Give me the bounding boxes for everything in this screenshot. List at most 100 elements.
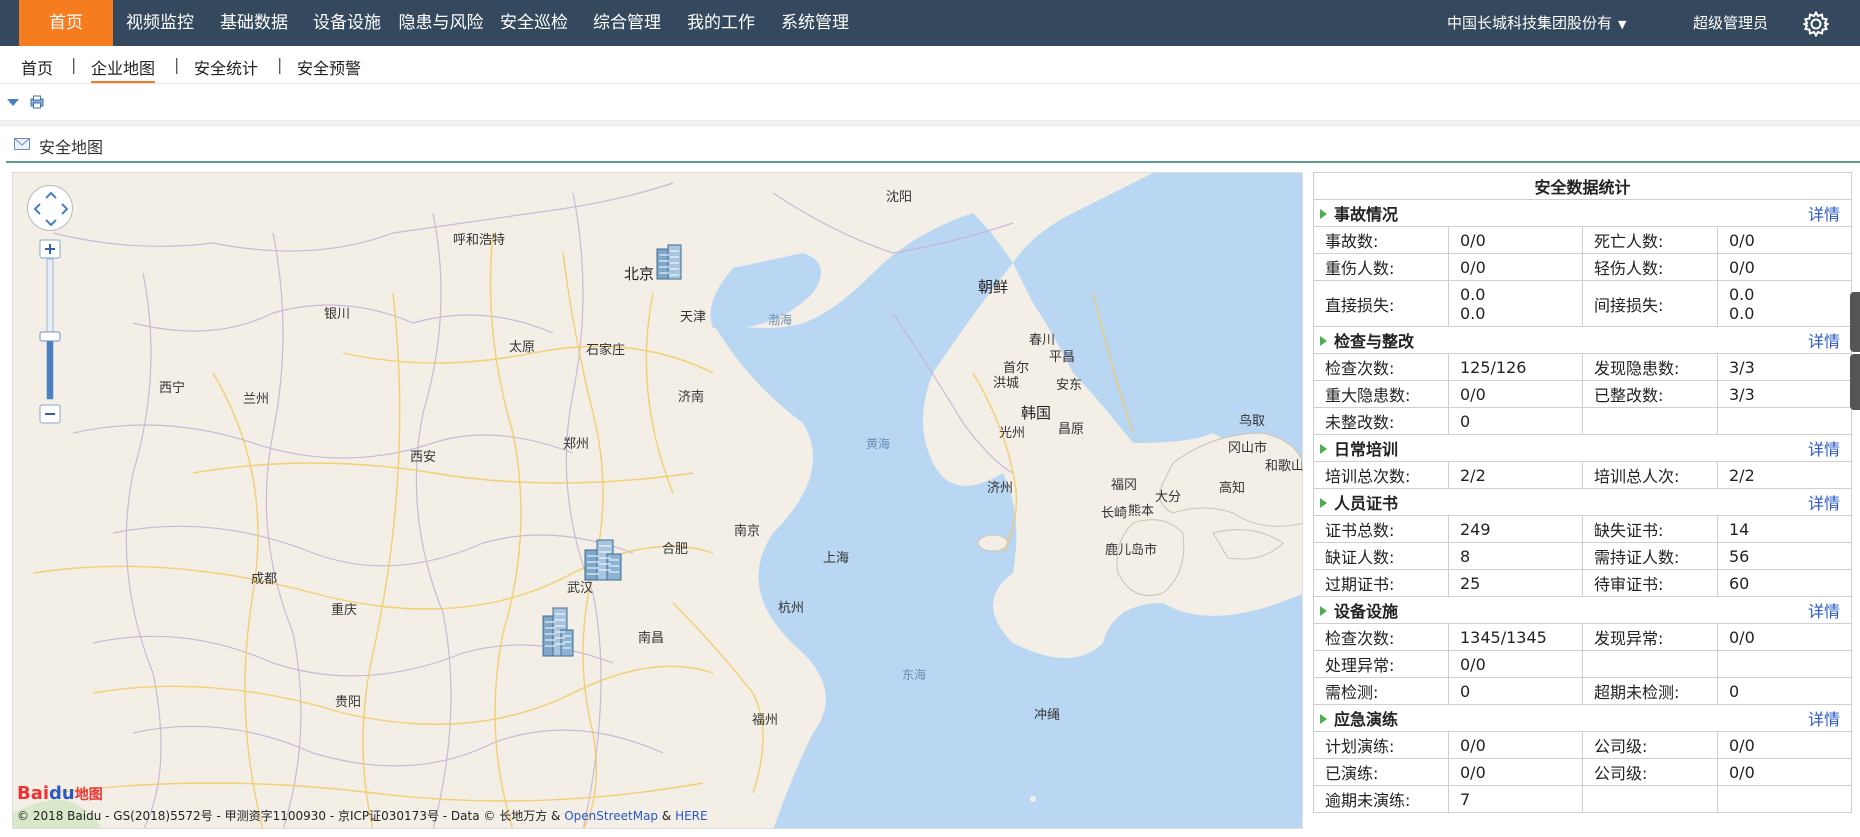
section-drill: 应急演练 详情 [1312, 704, 1853, 732]
stat-value: 2/2 [1448, 461, 1583, 489]
city-label: 合肥 [662, 542, 689, 557]
stat-label: 缺失证书: [1582, 515, 1718, 543]
stat-label [1582, 785, 1718, 813]
openstreetmap-link[interactable]: OpenStreetMap [564, 809, 658, 823]
pan-control[interactable] [27, 185, 73, 231]
table-row: 检查次数: 125/126 发现隐患数: 3/3 [1313, 353, 1853, 381]
city-label: 鸟取 [1239, 414, 1266, 429]
stat-label: 检查次数: [1313, 623, 1449, 651]
city-label: 长崎 [1101, 506, 1128, 521]
drill-details-link[interactable]: 详情 [1808, 706, 1840, 730]
safety-map[interactable]: 沈阳 呼和浩特 北京 天津 银川 太原 石家庄 西宁 兰州 济南 郑州 西安 南… [12, 172, 1303, 829]
table-row: 过期证书: 25 待审证书: 60 [1313, 569, 1853, 597]
stat-value: 0/0 [1448, 226, 1583, 254]
side-panel-handle[interactable] [1850, 292, 1860, 352]
arrow-right-icon [1320, 335, 1327, 346]
zoom-control [39, 239, 61, 424]
stat-value: 8 [1448, 542, 1583, 570]
stat-value [1716, 650, 1853, 678]
nav-item-system-mgmt[interactable]: 系统管理 [773, 0, 857, 46]
city-label: 光州 [999, 426, 1026, 441]
equipment-details-link[interactable]: 详情 [1808, 598, 1840, 622]
city-label: 鹿儿岛市 [1105, 543, 1158, 558]
nav-item-hazard-risk[interactable]: 隐患与风险 [395, 0, 487, 46]
stat-value: 56 [1716, 542, 1853, 570]
certificate-details-link[interactable]: 详情 [1808, 490, 1840, 514]
caret-down-icon: ▼ [1618, 18, 1627, 31]
nav-item-safety-patrol[interactable]: 安全巡检 [492, 0, 576, 46]
nav-item-my-work[interactable]: 我的工作 [679, 0, 763, 46]
stat-label: 缺证人数: [1313, 542, 1449, 570]
stat-label: 检查次数: [1313, 353, 1449, 381]
collapse-arrow-icon[interactable] [7, 99, 19, 107]
nav-item-video-monitoring[interactable]: 视频监控 [118, 0, 202, 46]
city-label: 太原 [509, 340, 536, 355]
city-label: 平昌 [1049, 350, 1076, 365]
enterprise-building-icon[interactable] [583, 538, 623, 582]
user-name[interactable]: 超级管理员 [1693, 0, 1768, 46]
tab-home[interactable]: 首页 [21, 55, 53, 79]
stat-value: 0/0 [1448, 731, 1583, 759]
stat-label: 逾期未演练: [1313, 785, 1449, 813]
stat-label: 轻伤人数: [1582, 253, 1718, 281]
stat-value: 25 [1448, 569, 1583, 597]
city-label: 韩国 [1021, 404, 1052, 422]
top-navigation-bar: 首页 视频监控 基础数据 设备设施 隐患与风险 安全巡检 综合管理 我的工作 系… [0, 0, 1860, 46]
stat-value: 1345/1345 [1448, 623, 1583, 651]
nav-item-home[interactable]: 首页 [19, 0, 113, 46]
nav-item-integrated-mgmt[interactable]: 综合管理 [585, 0, 669, 46]
stat-label: 超期未检测: [1582, 677, 1718, 705]
stat-label: 重大隐患数: [1313, 380, 1449, 408]
stat-value: 0/0 [1448, 650, 1583, 678]
city-label: 兰州 [243, 392, 270, 407]
stat-label: 间接损失: [1582, 280, 1718, 327]
city-label: 西宁 [159, 381, 186, 396]
city-label: 杭州 [778, 601, 805, 616]
section-accident: 事故情况 详情 [1312, 199, 1853, 227]
table-row: 已演练: 0/0 公司级: 0/0 [1313, 758, 1853, 786]
side-panel-handle[interactable] [1850, 354, 1860, 410]
city-label: 福冈 [1111, 478, 1138, 493]
stat-label: 培训总次数: [1313, 461, 1449, 489]
map-copyright: © 2018 Baidu - GS(2018)5572号 - 甲测资字11009… [17, 809, 708, 823]
gear-icon[interactable] [1803, 11, 1829, 37]
mail-icon [14, 138, 30, 150]
table-row: 需检测: 0 超期未检测: 0 [1313, 677, 1853, 705]
nav-item-basic-data[interactable]: 基础数据 [212, 0, 296, 46]
city-label: 重庆 [331, 603, 358, 618]
stat-label: 公司级: [1582, 731, 1718, 759]
stat-value: 2/2 [1716, 461, 1853, 489]
accident-details-link[interactable]: 详情 [1808, 201, 1840, 225]
stat-value: 0/0 [1448, 758, 1583, 786]
panel-header: 安全地图 [6, 127, 1860, 163]
inspection-details-link[interactable]: 详情 [1808, 328, 1840, 352]
table-row: 重大隐患数: 0/0 已整改数: 3/3 [1313, 380, 1853, 408]
tab-safety-statistics[interactable]: 安全统计 [194, 55, 258, 79]
stat-label: 已演练: [1313, 758, 1449, 786]
tab-safety-warning[interactable]: 安全预警 [297, 55, 361, 79]
table-row: 逾期未演练: 7 [1313, 785, 1853, 813]
training-details-link[interactable]: 详情 [1808, 436, 1840, 460]
arrow-right-icon [1320, 208, 1327, 219]
nav-item-equipment[interactable]: 设备设施 [305, 0, 389, 46]
here-link[interactable]: HERE [675, 809, 708, 823]
stat-value: 0/0 [1448, 380, 1583, 408]
tab-enterprise-map[interactable]: 企业地图 [91, 55, 156, 83]
enterprise-building-icon[interactable] [541, 606, 575, 658]
city-label: 朝鲜 [978, 278, 1009, 296]
arrow-right-icon [1320, 497, 1327, 508]
city-label: 南京 [734, 524, 761, 539]
section-certificate: 人员证书 详情 [1312, 488, 1853, 516]
city-label: 福州 [752, 713, 779, 728]
stat-label: 公司级: [1582, 758, 1718, 786]
company-selector[interactable]: 中国长城科技集团股份有 ▼ [1447, 0, 1626, 46]
print-icon[interactable] [30, 95, 44, 109]
table-row: 计划演练: 0/0 公司级: 0/0 [1313, 731, 1853, 759]
stat-label [1582, 650, 1718, 678]
stat-value: 14 [1716, 515, 1853, 543]
stat-value [1716, 407, 1853, 435]
stat-label: 需检测: [1313, 677, 1449, 705]
city-label: 大分 [1155, 490, 1182, 505]
enterprise-building-icon[interactable] [654, 243, 684, 281]
zoom-slider[interactable] [39, 239, 61, 425]
